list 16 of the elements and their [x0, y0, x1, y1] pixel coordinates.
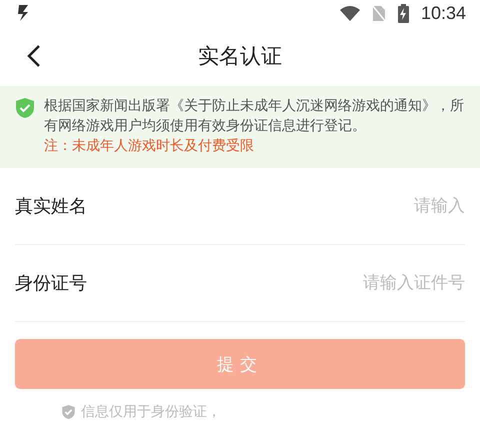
status-time: 10:34	[420, 2, 466, 24]
input-field[interactable]: 请输入	[245, 192, 465, 220]
bolt-icon	[16, 4, 30, 22]
notice-warning: 注：未成年人游戏时长及付费受限	[44, 137, 255, 156]
no-sim-icon	[372, 4, 386, 22]
field-label: 真实姓名	[15, 195, 87, 218]
shield-check-icon	[62, 405, 75, 419]
notice-text: 根据国家新闻出版署《关于防止未成年人沉迷网络游戏的通知》，所有网络游戏用户均须使用有效身份证信息进行登记。	[44, 97, 465, 136]
input-field[interactable]: 请输入证件号	[245, 269, 465, 297]
battery-charging-icon	[398, 4, 409, 22]
privacy-note: 信息仅用于身份验证，	[81, 403, 221, 421]
wifi-icon	[340, 6, 360, 20]
back-icon[interactable]	[27, 44, 41, 68]
page-title: 实名认证	[198, 43, 282, 70]
field-label: 身份证号	[15, 272, 87, 295]
shield-check-icon	[16, 98, 34, 118]
